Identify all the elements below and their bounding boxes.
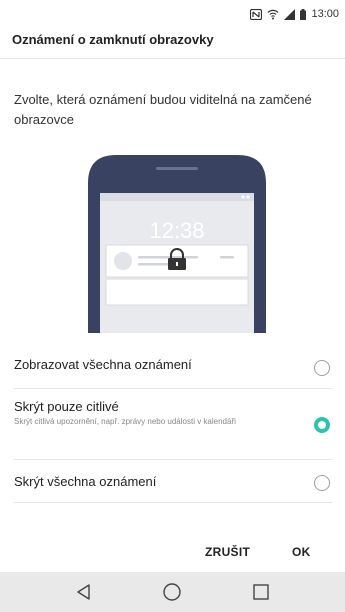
dialog-description: Zvolte, která oznámení budou viditelná n… <box>14 92 312 127</box>
status-time: 13:00 <box>311 8 339 20</box>
title-divider <box>0 58 345 59</box>
battery-icon <box>300 8 307 20</box>
radio-hide-sensitive[interactable] <box>314 417 330 433</box>
recents-icon[interactable] <box>241 577 281 607</box>
option-label: Skrýt všechna oznámení <box>14 474 157 489</box>
illustration-clock: 12:38 <box>149 218 204 243</box>
option-hide-sensitive[interactable]: Skrýt pouze citlivé Skrýt citlivá upozor… <box>14 397 332 460</box>
option-label: Zobrazovat všechna oznámení <box>14 357 192 372</box>
option-sublabel: Skrýt citlivá upozornění, např. zprávy n… <box>14 417 236 426</box>
signal-icon <box>284 8 296 20</box>
ok-button[interactable]: OK <box>292 545 311 559</box>
radio-show-all[interactable] <box>314 360 330 376</box>
navigation-bar <box>0 572 345 612</box>
cancel-button[interactable]: ZRUŠIT <box>205 545 250 559</box>
option-show-all[interactable]: Zobrazovat všechna oznámení <box>14 354 332 389</box>
option-label: Skrýt pouze citlivé <box>14 399 119 414</box>
nfc-icon <box>250 8 263 20</box>
status-bar: 13:00 <box>0 0 345 28</box>
radio-hide-all[interactable] <box>314 475 330 491</box>
lockscreen-illustration: 12:38 <box>80 155 274 333</box>
wifi-icon <box>267 9 279 20</box>
dialog-title: Oznámení o zamknutí obrazovky <box>12 32 214 47</box>
option-hide-all[interactable]: Skrýt všechna oznámení <box>14 470 332 503</box>
home-icon[interactable] <box>152 577 192 607</box>
back-icon[interactable] <box>64 577 104 607</box>
